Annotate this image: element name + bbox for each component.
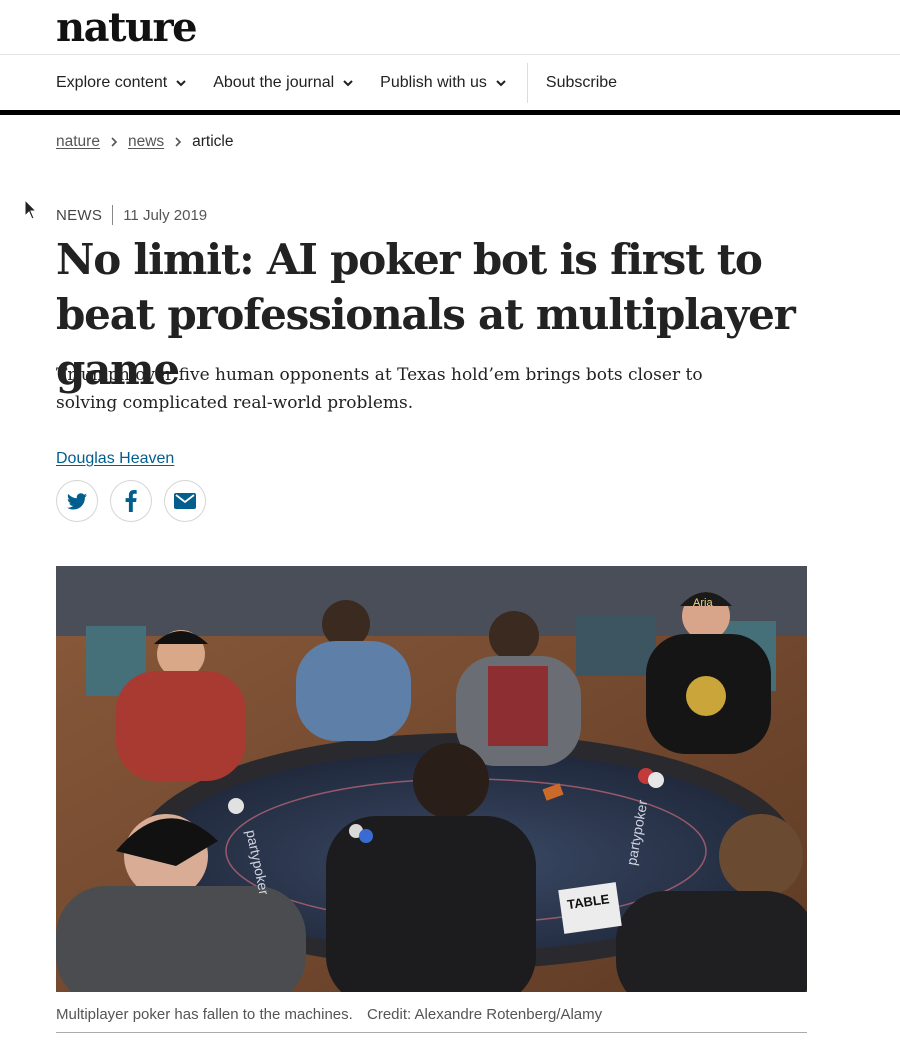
article-meta: NEWS 11 July 2019 xyxy=(56,205,207,225)
publish-date: 11 July 2019 xyxy=(123,206,208,224)
article-type: NEWS xyxy=(56,206,103,224)
nav-subscribe[interactable]: Subscribe xyxy=(546,74,617,92)
nav-label: About the journal xyxy=(213,73,335,91)
email-icon xyxy=(174,493,196,509)
share-buttons xyxy=(56,480,218,522)
nav-divider xyxy=(526,62,528,103)
article-standfirst: Triumph over five human opponents at Tex… xyxy=(56,365,703,413)
chevron-down-icon xyxy=(176,79,186,86)
share-email-button[interactable] xyxy=(164,480,206,522)
cap-text: Aria xyxy=(693,597,713,609)
author-link[interactable]: Douglas Heaven xyxy=(56,450,174,468)
caption-text: Multiplayer poker has fallen to the mach… xyxy=(56,1006,353,1023)
facebook-icon xyxy=(125,490,137,512)
site-header: nature xyxy=(0,0,900,55)
nature-logo[interactable]: nature xyxy=(56,4,198,51)
nav-explore-content[interactable]: Explore content xyxy=(56,74,187,92)
breadcrumb: nature news article xyxy=(56,133,234,151)
main-nav: Explore content About the journal Publis… xyxy=(0,55,900,115)
nav-label: Publish with us xyxy=(380,73,487,91)
image-caption: Multiplayer poker has fallen to the mach… xyxy=(56,1006,807,1033)
nav-publish-with-us[interactable]: Publish with us xyxy=(380,74,507,92)
nav-label: Explore content xyxy=(56,73,168,91)
chevron-right-icon xyxy=(175,137,182,147)
breadcrumb-current: article xyxy=(192,133,234,150)
twitter-icon xyxy=(67,492,87,509)
poker-table-photo: TABLE partypoker partypoker Aria xyxy=(56,566,807,992)
article-image: TABLE partypoker partypoker Aria xyxy=(56,566,807,992)
share-twitter-button[interactable] xyxy=(56,480,98,522)
chevron-down-icon xyxy=(496,79,506,86)
mouse-cursor-icon xyxy=(24,199,38,220)
share-facebook-button[interactable] xyxy=(110,480,152,522)
breadcrumb-home-link[interactable]: nature xyxy=(56,133,100,151)
chevron-right-icon xyxy=(111,137,118,147)
image-credit: Credit: Alexandre Rotenberg/Alamy xyxy=(367,1006,603,1023)
meta-divider xyxy=(112,205,114,225)
nav-about-journal[interactable]: About the journal xyxy=(213,74,354,92)
breadcrumb-news-link[interactable]: news xyxy=(128,133,164,151)
chevron-down-icon xyxy=(343,79,353,86)
